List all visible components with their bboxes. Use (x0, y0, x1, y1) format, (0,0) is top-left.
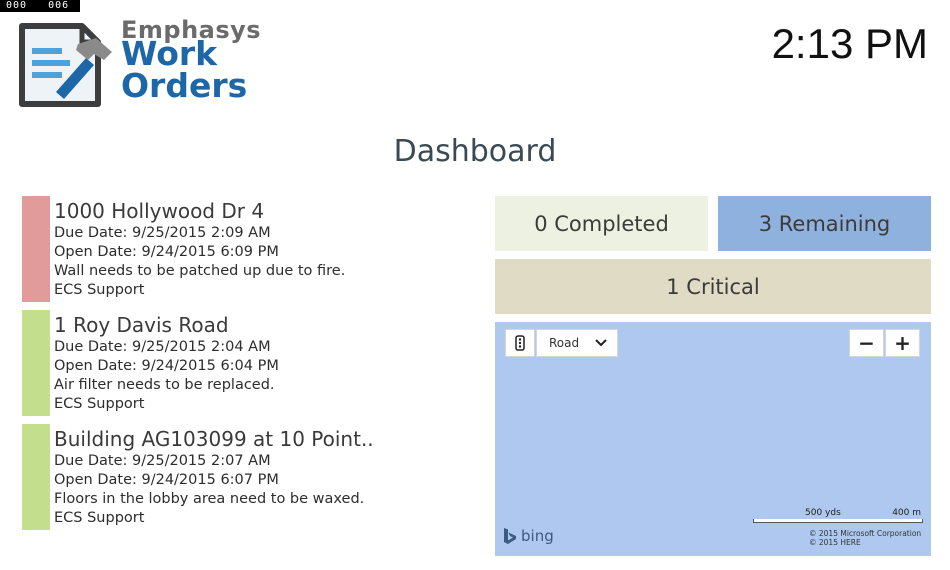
scale-yards-label: 500 yds (805, 508, 841, 518)
work-order-due-date: Due Date: 9/25/2015 2:04 AM (54, 339, 271, 355)
work-order-assignee: ECS Support (54, 396, 145, 412)
debug-counter: 000 006 (0, 0, 80, 12)
remaining-count-tile[interactable]: 3 Remaining (718, 196, 931, 251)
chevron-down-icon (595, 339, 607, 347)
work-order-open-date: Open Date: 9/24/2015 6:09 PM (54, 244, 279, 260)
work-order-address: Building AG103099 at 10 Point.. (54, 427, 374, 451)
map-copyright: © 2015 Microsoft Corporation © 2015 HERE (809, 529, 921, 547)
map-navigation-button[interactable] (505, 329, 535, 357)
work-order-due-date: Due Date: 9/25/2015 2:07 AM (54, 453, 271, 469)
work-order-due-date: Due Date: 9/25/2015 2:09 AM (54, 225, 271, 241)
bing-logo[interactable]: bing (503, 527, 554, 545)
work-order-assignee: ECS Support (54, 510, 145, 526)
scale-meters-label: 400 m (892, 508, 921, 518)
traffic-light-icon (515, 335, 525, 351)
work-order-address: 1 Roy Davis Road (54, 313, 229, 337)
map-style-select[interactable]: Road (536, 329, 618, 357)
scale-bar-line (753, 519, 923, 523)
page-title: Dashboard (393, 134, 557, 169)
bing-label: bing (521, 527, 554, 545)
map-view[interactable]: Road − + 500 yds 400 m bing © 2015 Micro… (495, 322, 931, 556)
work-order-open-date: Open Date: 9/24/2015 6:04 PM (54, 358, 279, 374)
map-style-value: Road (549, 336, 580, 350)
brand-name-orders: Orders (121, 66, 248, 105)
work-order-description: Air filter needs to be replaced. (54, 377, 275, 393)
debug-counter-left: 000 (6, 0, 28, 11)
work-order-item[interactable]: 1 Roy Davis Road Due Date: 9/25/2015 2:0… (22, 310, 477, 416)
work-order-open-date: Open Date: 9/24/2015 6:07 PM (54, 472, 279, 488)
document-hammer-icon (19, 23, 112, 107)
work-order-list: 1000 Hollywood Dr 4 Due Date: 9/25/2015 … (22, 196, 477, 538)
work-order-assignee: ECS Support (54, 282, 145, 298)
work-order-item[interactable]: Building AG103099 at 10 Point.. Due Date… (22, 424, 477, 530)
work-order-item[interactable]: 1000 Hollywood Dr 4 Due Date: 9/25/2015 … (22, 196, 477, 302)
critical-count-tile[interactable]: 1 Critical (495, 259, 931, 314)
work-order-address: 1000 Hollywood Dr 4 (54, 199, 265, 223)
clock: 2:13 PM (771, 20, 928, 67)
zoom-in-button[interactable]: + (885, 329, 920, 357)
work-order-description: Floors in the lobby area need to be waxe… (54, 491, 365, 507)
priority-stripe (22, 310, 50, 416)
app-logo: Emphasys Work Orders (16, 16, 286, 118)
completed-count-tile[interactable]: 0 Completed (495, 196, 708, 251)
copyright-here: © 2015 HERE (809, 538, 861, 547)
map-scale-bar: 500 yds 400 m (753, 508, 923, 524)
bing-b-icon (504, 528, 516, 544)
work-order-description: Wall needs to be patched up due to fire. (54, 263, 346, 279)
zoom-out-button[interactable]: − (849, 329, 884, 357)
copyright-microsoft: © 2015 Microsoft Corporation (809, 529, 922, 538)
debug-counter-right: 006 (48, 0, 70, 11)
priority-stripe (22, 424, 50, 530)
priority-stripe (22, 196, 50, 302)
